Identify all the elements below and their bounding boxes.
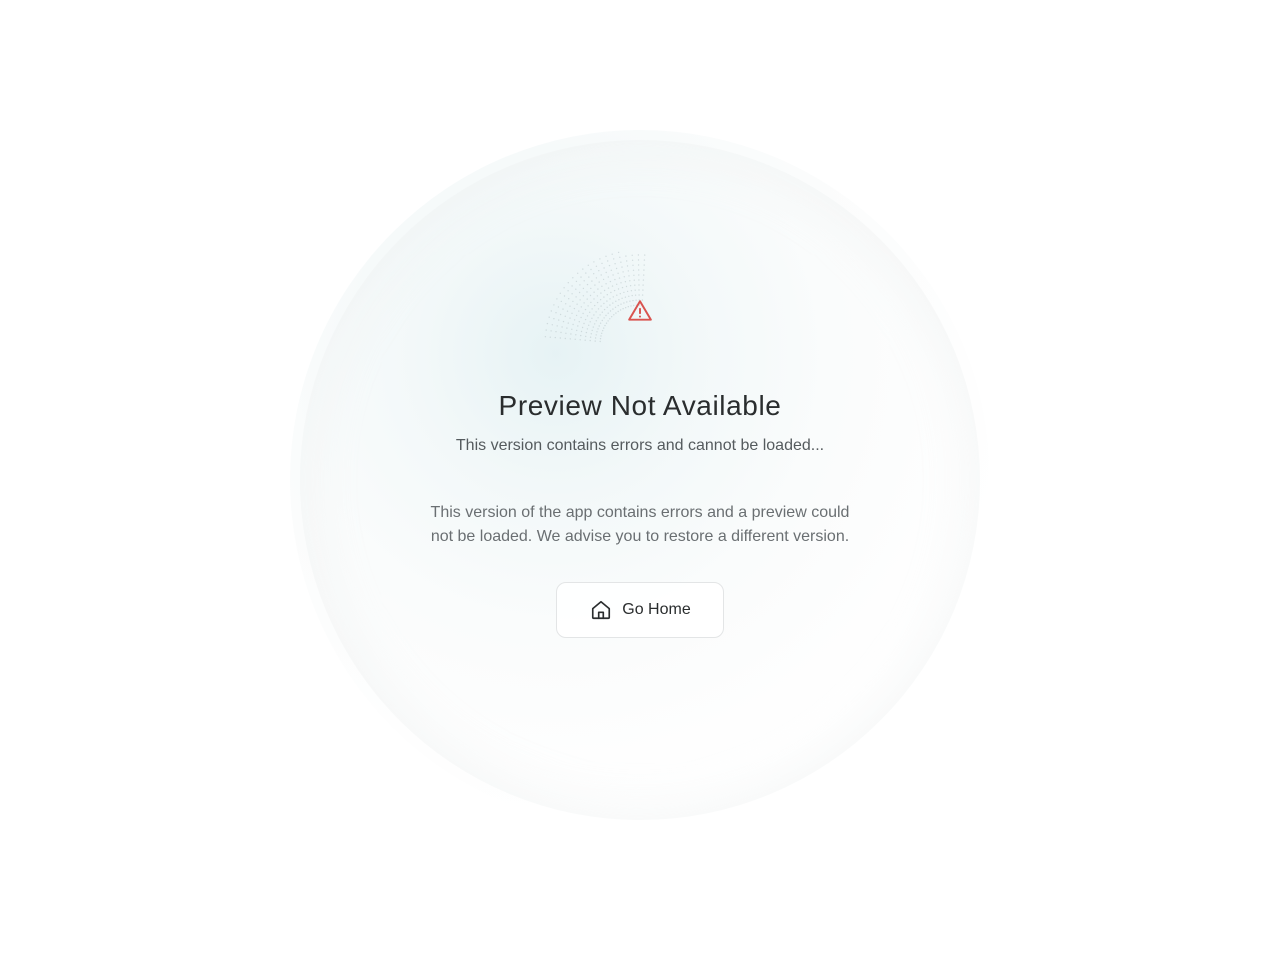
- page-title: Preview Not Available: [498, 390, 782, 421]
- error-page: Preview Not Available This version conta…: [0, 0, 1280, 960]
- error-content: Preview Not Available This version conta…: [340, 290, 940, 638]
- home-icon: [592, 600, 611, 620]
- warning-triangle-icon: [628, 300, 652, 321]
- go-home-button[interactable]: Go Home: [556, 582, 724, 638]
- go-home-label: Go Home: [622, 601, 691, 618]
- page-subtitle: This version contains errors and cannot …: [455, 437, 825, 454]
- error-description: This version of the app contains errors …: [430, 504, 850, 545]
